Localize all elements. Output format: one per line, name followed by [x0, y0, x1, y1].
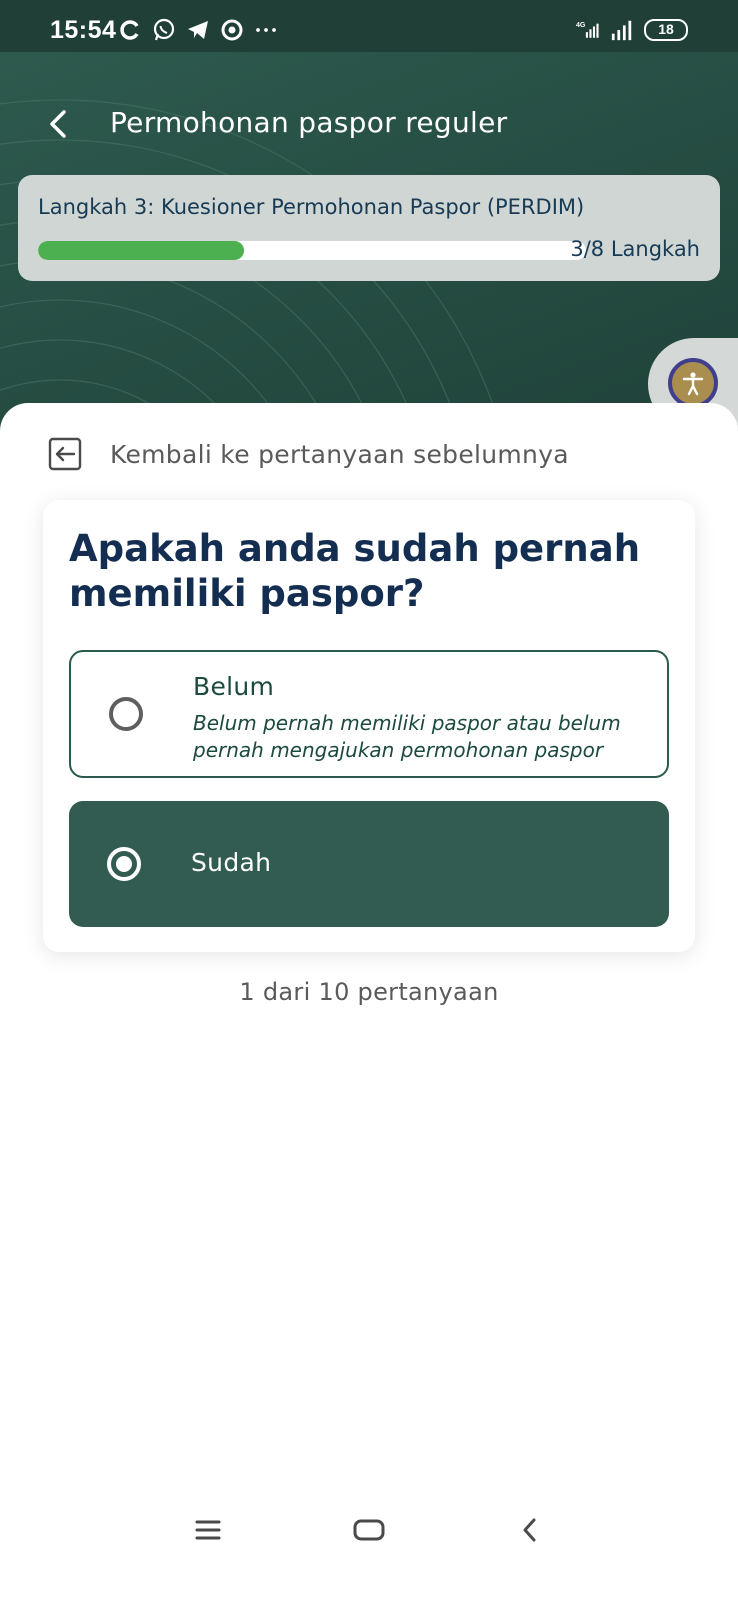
- page-title: Permohonan paspor reguler: [110, 106, 508, 139]
- status-time: 15:54: [50, 16, 117, 44]
- progress-bar-fill: [38, 241, 244, 260]
- status-bar: 15:54 4G 18: [0, 0, 738, 52]
- sync-icon: [118, 18, 142, 42]
- more-dots-icon: [254, 18, 278, 42]
- progress-bar: [38, 241, 586, 260]
- menu-nav-button[interactable]: [183, 1505, 233, 1555]
- question-count: 1 dari 10 pertanyaan: [239, 978, 499, 1006]
- signal-icon: [610, 18, 634, 42]
- previous-question-label: Kembali ke pertanyaan sebelumnya: [110, 439, 569, 469]
- system-nav-bar: [0, 1505, 738, 1555]
- screen: 15:54 4G 18 Permohonan paspor reguler La…: [0, 0, 738, 1600]
- home-icon: [353, 1519, 385, 1541]
- option-label: Belum: [193, 672, 275, 701]
- signal-4g-icon: 4G: [576, 18, 600, 42]
- back-button[interactable]: [40, 104, 80, 144]
- question-title: Apakah anda sudah pernah memiliki paspor…: [69, 527, 641, 615]
- whatsapp-icon: [152, 18, 176, 42]
- option-label: Sudah: [191, 848, 272, 877]
- radio-unselected-icon[interactable]: [109, 697, 143, 731]
- accessibility-icon: [682, 372, 704, 396]
- svg-text:4G: 4G: [576, 22, 586, 29]
- option-sudah[interactable]: Sudah: [69, 801, 669, 927]
- radio-selected-icon[interactable]: [107, 847, 141, 881]
- status-notification-icons: [118, 18, 278, 42]
- arrow-left-box-icon: [48, 437, 82, 471]
- option-belum[interactable]: Belum Belum pernah memiliki paspor atau …: [69, 650, 669, 778]
- status-system-icons: 4G 18: [576, 18, 688, 42]
- progress-card: Langkah 3: Kuesioner Permohonan Paspor (…: [18, 175, 720, 281]
- target-icon: [220, 18, 244, 42]
- back-nav-button[interactable]: [505, 1505, 555, 1555]
- telegram-icon: [186, 18, 210, 42]
- menu-icon: [195, 1520, 221, 1540]
- home-nav-button[interactable]: [344, 1505, 394, 1555]
- option-description: Belum pernah memiliki paspor atau belum …: [193, 711, 621, 762]
- accessibility-button[interactable]: [668, 358, 718, 408]
- progress-step-label: Langkah 3: Kuesioner Permohonan Paspor (…: [38, 195, 585, 219]
- progress-count: 3/8 Langkah: [570, 237, 700, 261]
- back-arrow-icon: [523, 1518, 536, 1542]
- previous-question-link[interactable]: Kembali ke pertanyaan sebelumnya: [48, 436, 569, 472]
- chevron-left-icon: [50, 110, 66, 138]
- question-card: Apakah anda sudah pernah memiliki paspor…: [43, 500, 695, 952]
- battery-icon: 18: [644, 19, 688, 41]
